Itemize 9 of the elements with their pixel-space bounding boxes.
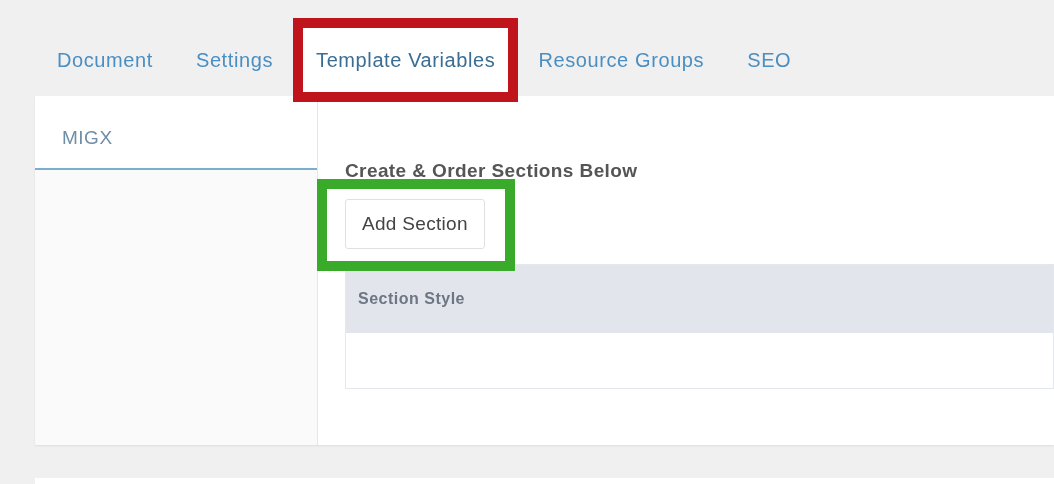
tab[interactable]: Template Variables: [303, 28, 509, 92]
tab[interactable]: MIGX: [35, 96, 317, 170]
column-header: Section Style: [358, 290, 465, 308]
tab[interactable]: Settings: [182, 28, 287, 92]
tab[interactable]: SEO: [734, 28, 805, 92]
tab[interactable]: Document: [44, 28, 166, 92]
tab[interactable]: Resource Groups: [525, 28, 718, 92]
section-heading: Create & Order Sections Below: [345, 160, 638, 182]
add-section-button[interactable]: Add Section: [345, 199, 485, 249]
